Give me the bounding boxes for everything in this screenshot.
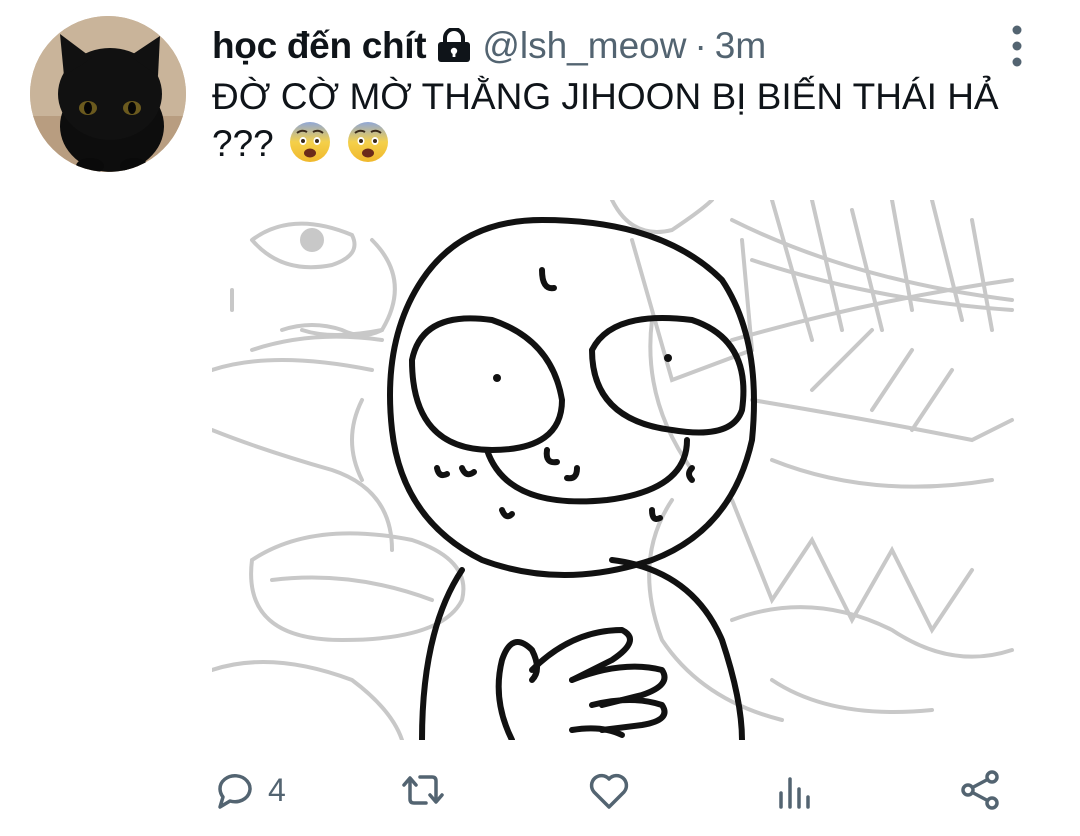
avatar[interactable] <box>30 16 186 172</box>
sketch-drawing <box>212 200 1014 740</box>
tweet-header: học đến chít @lsh_meow · 3m <box>212 24 766 68</box>
reply-count: 4 <box>268 771 286 808</box>
more-options-button[interactable] <box>1002 22 1032 70</box>
reply-button[interactable]: 4 <box>212 760 286 820</box>
analytics-button[interactable] <box>772 760 818 820</box>
analytics-icon <box>779 777 810 809</box>
tweet-actions: 4 <box>212 760 1020 820</box>
timestamp[interactable]: 3m <box>715 25 766 67</box>
black-cat-avatar <box>30 16 186 172</box>
display-name[interactable]: học đến chít <box>212 25 427 67</box>
fearful-face-icon <box>346 120 390 164</box>
share-icon <box>961 770 999 810</box>
retweet-icon <box>402 775 444 805</box>
lock-icon <box>436 27 472 64</box>
separator-dot: · <box>694 25 707 66</box>
fearful-face-icon <box>288 120 332 164</box>
retweet-button[interactable] <box>400 760 446 820</box>
tweet-text: ĐỜ CỜ MỜ THẰNG JIHOON BỊ BIẾN THÁI HẢ ??… <box>212 74 1032 167</box>
share-button[interactable] <box>958 760 1004 820</box>
tweet-media-image[interactable] <box>212 200 1020 740</box>
user-handle[interactable]: @lsh_meow <box>482 25 686 67</box>
reply-icon <box>218 774 252 809</box>
like-button[interactable] <box>586 760 632 820</box>
like-icon <box>589 773 629 809</box>
more-vertical-icon <box>1012 25 1022 67</box>
